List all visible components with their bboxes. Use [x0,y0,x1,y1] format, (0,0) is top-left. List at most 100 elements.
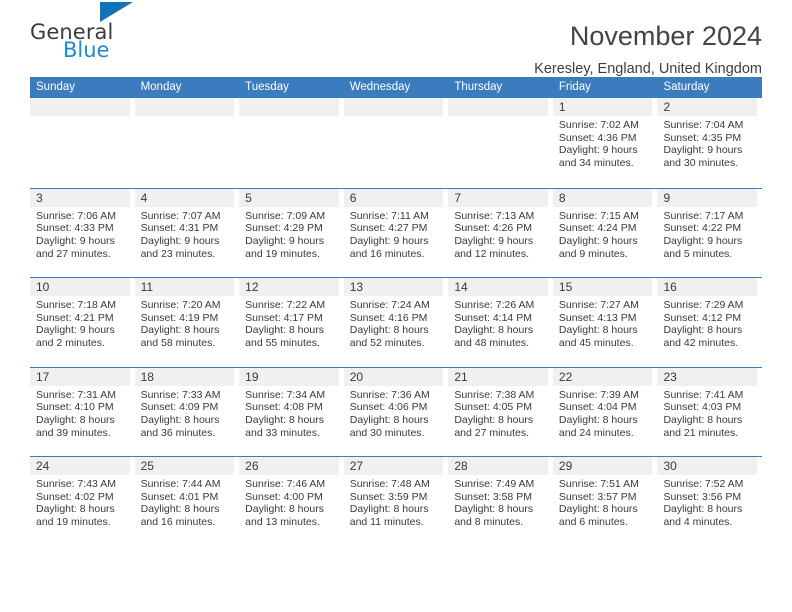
day-details: Sunrise: 7:34 AM Sunset: 4:08 PM Daylight:… [239,386,339,440]
day-cell[interactable]: 5 Sunrise: 7:09 AM Sunset: 4:29 PM Daylight… [239,188,344,277]
daylight-text-line1: Daylight: 9 hours [454,234,534,247]
weekday-header-row: Sunday Monday Tuesday Wednesday Thursday… [30,77,762,98]
daylight-text-line2: and 39 minutes. [36,426,111,439]
day-cell[interactable]: 9 Sunrise: 7:17 AM Sunset: 4:22 PM Daylight… [657,188,763,277]
daylight-text-line2: and 58 minutes. [140,337,216,350]
day-cell[interactable]: 10 Sunrise: 7:18 AM Sunset: 4:21 PM Dayligh… [30,278,135,367]
day-cell[interactable] [448,98,553,188]
day-cell[interactable]: 26 Sunrise: 7:46 AM Sunset: 4:00 PM Dayligh… [239,457,344,546]
daylight-text-line1: Daylight: 9 hours [663,144,743,157]
daylight-text-line2: and 19 minutes. [245,247,320,260]
weekday-header-monday: Monday [140,81,182,93]
daylight-text-line1: Daylight: 9 hours [36,324,115,337]
day-cell[interactable]: 14 Sunrise: 7:26 AM Sunset: 4:14 PM Dayligh… [448,278,553,367]
day-details: Sunrise: 7:17 AM Sunset: 4:22 PM Daylight:… [657,207,757,261]
day-cell[interactable]: 19 Sunrise: 7:34 AM Sunset: 4:08 PM Dayligh… [239,367,344,456]
daylight-text-line1: Daylight: 8 hours [245,324,324,337]
daylight-text-line1: Daylight: 8 hours [663,324,743,337]
sunrise-text: Sunrise: 7:33 AM [140,388,221,401]
sunset-text: Sunset: 4:33 PM [36,222,114,235]
day-cell[interactable] [134,98,240,188]
day-details: Sunrise: 7:51 AM Sunset: 3:57 PM Daylight:… [553,475,653,529]
day-cell[interactable]: 30 Sunrise: 7:52 AM Sunset: 3:56 PM Dayligh… [657,457,763,546]
day-details: Sunrise: 7:36 AM Sunset: 4:06 PM Daylight:… [344,386,444,440]
day-cell[interactable]: 6 Sunrise: 7:11 AM Sunset: 4:27 PM Daylight… [343,188,449,277]
day-number: 2 [657,98,758,116]
day-details: Sunrise: 7:27 AM Sunset: 4:13 PM Daylight:… [553,296,653,350]
day-number: 26 [239,457,339,475]
sunrise-text: Sunrise: 7:02 AM [558,119,639,131]
daylight-text-line2: and 6 minutes. [558,516,628,529]
day-cell[interactable]: 8 Sunrise: 7:15 AM Sunset: 4:24 PM Daylight… [552,188,658,277]
day-cell[interactable]: 22 Sunrise: 7:39 AM Sunset: 4:04 PM Dayligh… [552,367,658,456]
day-details: Sunrise: 7:33 AM Sunset: 4:09 PM Daylight:… [135,386,235,440]
day-cell[interactable] [239,98,344,188]
day-cell[interactable]: 17 Sunrise: 7:31 AM Sunset: 4:10 PM Dayligh… [30,367,135,456]
sunset-text: Sunset: 3:57 PM [558,490,637,503]
day-cell[interactable]: 12 Sunrise: 7:22 AM Sunset: 4:17 PM Dayligh… [239,278,344,367]
sunset-text: Sunset: 4:02 PM [36,490,114,503]
day-details: Sunrise: 7:18 AM Sunset: 4:21 PM Daylight:… [30,296,130,350]
sunrise-text: Sunrise: 7:20 AM [140,299,221,311]
day-cell[interactable]: 13 Sunrise: 7:24 AM Sunset: 4:16 PM Dayligh… [343,278,449,367]
sunrise-text: Sunrise: 7:29 AM [663,299,744,311]
calendar-page: General Blue November 2024 Keresley, Eng… [0,0,792,612]
general-blue-logo[interactable]: General Blue [30,2,133,61]
daylight-text-line1: Daylight: 8 hours [36,503,115,516]
day-cell[interactable]: 21 Sunrise: 7:38 AM Sunset: 4:05 PM Dayligh… [448,367,553,456]
day-number: 10 [30,278,130,296]
day-details [344,116,444,119]
day-details: Sunrise: 7:09 AM Sunset: 4:29 PM Daylight:… [239,207,339,261]
sunrise-text: Sunrise: 7:44 AM [140,478,221,490]
daylight-text-line2: and 16 minutes. [349,247,425,260]
day-cell[interactable]: 28 Sunrise: 7:49 AM Sunset: 3:58 PM Dayligh… [448,457,553,546]
day-details [448,116,548,119]
day-cell[interactable]: 29 Sunrise: 7:51 AM Sunset: 3:57 PM Dayligh… [552,457,658,546]
day-number: 6 [343,188,444,207]
day-details: Sunrise: 7:20 AM Sunset: 4:19 PM Daylight:… [135,296,235,350]
day-cell[interactable]: 1 Sunrise: 7:02 AM Sunset: 4:36 PM Daylight… [552,98,658,188]
daylight-text-line2: and 48 minutes. [454,337,530,350]
day-number [134,98,235,116]
daylight-text-line1: Daylight: 8 hours [558,413,638,426]
sunset-text: Sunset: 4:17 PM [245,311,323,324]
day-cell[interactable]: 3 Sunrise: 7:06 AM Sunset: 4:33 PM Daylight… [30,188,135,277]
day-cell[interactable]: 20 Sunrise: 7:36 AM Sunset: 4:06 PM Dayligh… [343,367,449,456]
sunset-text: Sunset: 4:24 PM [558,222,637,235]
daylight-text-line1: Daylight: 8 hours [349,503,429,516]
daylight-text-line1: Daylight: 9 hours [349,234,429,247]
daylight-text-line2: and 52 minutes. [349,337,425,350]
day-cell[interactable]: 4 Sunrise: 7:07 AM Sunset: 4:31 PM Daylight… [134,188,240,277]
day-details: Sunrise: 7:07 AM Sunset: 4:31 PM Daylight:… [135,207,235,261]
day-number: 4 [134,188,235,207]
day-cell[interactable] [30,98,135,188]
daylight-text-line1: Daylight: 8 hours [558,324,638,337]
weekday-header-sunday: Sunday [36,81,76,93]
sunset-text: Sunset: 4:31 PM [140,222,219,235]
day-cell[interactable]: 25 Sunrise: 7:44 AM Sunset: 4:01 PM Dayligh… [134,457,240,546]
sunset-text: Sunset: 3:59 PM [349,490,428,503]
calendar-grid: Sunday Monday Tuesday Wednesday Thursday… [30,77,763,546]
sunrise-text: Sunrise: 7:48 AM [349,478,430,490]
day-cell[interactable]: 18 Sunrise: 7:33 AM Sunset: 4:09 PM Dayligh… [134,367,240,456]
day-cell[interactable]: 15 Sunrise: 7:27 AM Sunset: 4:13 PM Dayligh… [552,278,658,367]
day-cell[interactable]: 2 Sunrise: 7:04 AM Sunset: 4:35 PM Daylight… [657,98,763,188]
day-details: Sunrise: 7:38 AM Sunset: 4:05 PM Daylight:… [448,386,548,440]
day-cell[interactable]: 23 Sunrise: 7:41 AM Sunset: 4:03 PM Dayligh… [657,367,763,456]
sunrise-text: Sunrise: 7:31 AM [36,388,116,401]
sunset-text: Sunset: 4:27 PM [349,222,428,235]
daylight-text-line2: and 21 minutes. [663,426,739,439]
daylight-text-line2: and 27 minutes. [36,247,111,260]
day-cell[interactable]: 11 Sunrise: 7:20 AM Sunset: 4:19 PM Dayligh… [134,278,240,367]
day-cell[interactable]: 27 Sunrise: 7:48 AM Sunset: 3:59 PM Dayligh… [343,457,449,546]
day-cell[interactable] [343,98,449,188]
daylight-text-line2: and 33 minutes. [245,426,320,439]
day-number: 12 [239,278,339,296]
day-details: Sunrise: 7:22 AM Sunset: 4:17 PM Daylight:… [239,296,339,350]
day-cell[interactable]: 24 Sunrise: 7:43 AM Sunset: 4:02 PM Dayligh… [30,457,135,546]
day-cell[interactable]: 7 Sunrise: 7:13 AM Sunset: 4:26 PM Daylight… [448,188,553,277]
day-cell[interactable]: 16 Sunrise: 7:29 AM Sunset: 4:12 PM Dayligh… [657,278,763,367]
day-number [30,98,130,116]
daylight-text-line2: and 2 minutes. [36,337,105,350]
title-block: November 2024 Keresley, England, United … [534,21,762,76]
